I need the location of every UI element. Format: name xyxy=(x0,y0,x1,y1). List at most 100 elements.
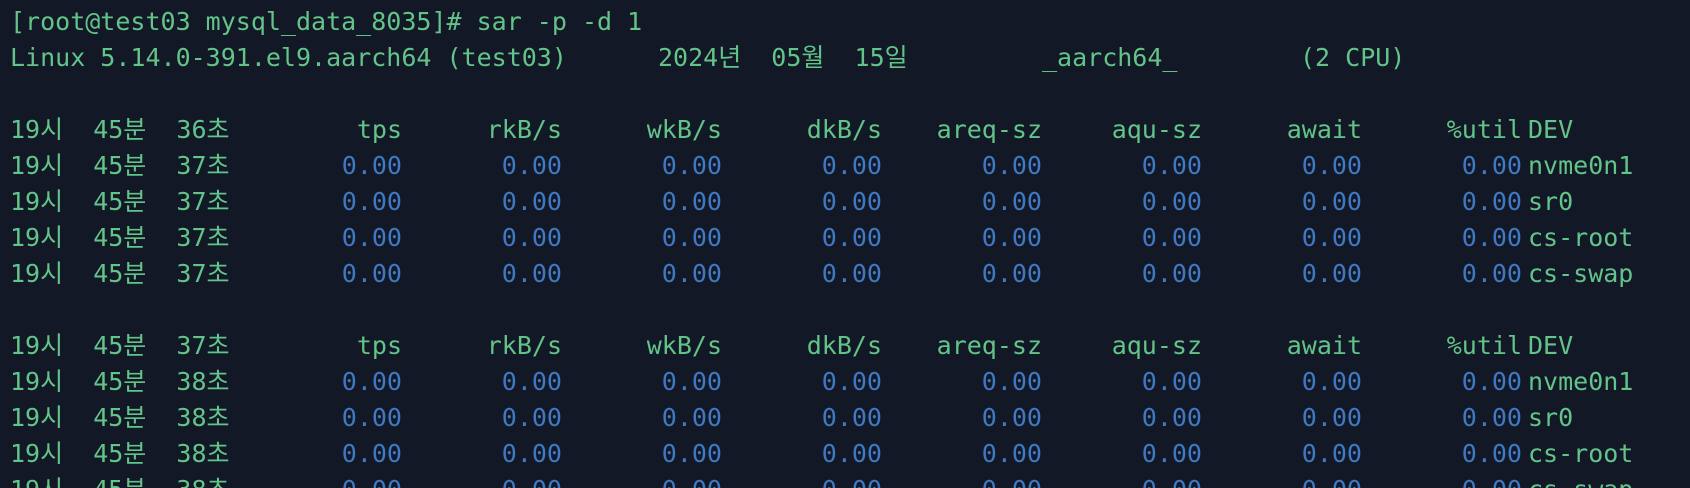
terminal-window[interactable]: [root@test03 mysql_data_8035]# sar -p -d… xyxy=(0,0,1690,488)
sar-data-row: 19시 45분 38초 0.00 0.00 0.00 0.00 0.00 0.00 0.00 0… xyxy=(10,472,1690,488)
metric-value: 0.00 xyxy=(501,367,562,396)
column-header: aqu-sz xyxy=(1111,331,1202,360)
metric-value: 0.00 xyxy=(502,472,562,488)
metric-value: 0.00 xyxy=(501,403,562,432)
column-header: tps xyxy=(356,115,402,144)
kernel-info: Linux 5.14.0-391.el9.aarch64 (test03) xyxy=(10,43,567,72)
metric-value: 0.00 xyxy=(981,151,1042,180)
metric-value: 0.00 xyxy=(821,151,882,180)
sar-output: 19시 45분 36초 tps rkB/s wkB/s dkB/s areq-sz aqu-… xyxy=(10,112,1690,488)
metric-value: 0.00 xyxy=(981,187,1042,216)
device-name: cs-swap xyxy=(1528,472,1633,488)
metric-value: 0.00 xyxy=(1301,439,1362,468)
metric-value: 0.00 xyxy=(982,472,1042,488)
sar-data-row: 19시 45분 37초 0.00 0.00 0.00 0.00 0.00 0.00 0.00 0… xyxy=(10,256,1690,292)
column-header: DEV xyxy=(1528,331,1574,360)
row-time: 19시 45분 37초 xyxy=(10,259,230,288)
metric-value: 0.00 xyxy=(501,223,562,252)
metric-value: 0.00 xyxy=(661,403,722,432)
column-header: wkB/s xyxy=(646,115,722,144)
metric-value: 0.00 xyxy=(1461,403,1522,432)
metric-value: 0.00 xyxy=(1141,367,1202,396)
metric-value: 0.00 xyxy=(981,403,1042,432)
column-header: tps xyxy=(356,331,402,360)
metric-value: 0.00 xyxy=(661,223,722,252)
metric-value: 0.00 xyxy=(1461,187,1522,216)
device-name: nvme0n1 xyxy=(1528,151,1634,180)
metric-value: 0.00 xyxy=(1141,187,1202,216)
metric-value: 0.00 xyxy=(1302,472,1362,488)
column-header: aqu-sz xyxy=(1111,115,1202,144)
column-header: rkB/s xyxy=(486,115,562,144)
metric-value: 0.00 xyxy=(821,187,882,216)
sar-data-row: 19시 45분 37초 0.00 0.00 0.00 0.00 0.00 0.00 0.00 0… xyxy=(10,220,1690,256)
metric-value: 0.00 xyxy=(501,259,562,288)
metric-value: 0.00 xyxy=(981,439,1042,468)
row-time: 19시 45분 37초 xyxy=(10,223,230,252)
metric-value: 0.00 xyxy=(821,403,882,432)
column-header: dkB/s xyxy=(806,331,882,360)
sar-data-row: 19시 45분 38초 0.00 0.00 0.00 0.00 0.00 0.00 0.00 0… xyxy=(10,436,1690,472)
metric-value: 0.00 xyxy=(341,403,402,432)
device-name: sr0 xyxy=(1528,403,1574,432)
metric-value: 0.00 xyxy=(1301,223,1362,252)
metric-value: 0.00 xyxy=(1301,259,1362,288)
prompt-line: [root@test03 mysql_data_8035]# sar -p -d… xyxy=(10,7,643,36)
device-name: cs-root xyxy=(1528,439,1634,468)
metric-value: 0.00 xyxy=(981,223,1042,252)
device-name: cs-root xyxy=(1528,223,1634,252)
metric-value: 0.00 xyxy=(341,367,402,396)
row-time: 19시 45분 38초 xyxy=(10,403,230,432)
metric-value: 0.00 xyxy=(821,223,882,252)
column-header: areq-sz xyxy=(936,331,1042,360)
row-time: 19시 45분 38초 xyxy=(10,367,230,396)
row-time: 19시 45분 38초 xyxy=(10,472,230,488)
column-header: await xyxy=(1286,115,1362,144)
metric-value: 0.00 xyxy=(341,259,402,288)
metric-value: 0.00 xyxy=(1301,403,1362,432)
metric-value: 0.00 xyxy=(341,223,402,252)
metric-value: 0.00 xyxy=(341,151,402,180)
date-info: 2024년 05월 15일 xyxy=(658,43,908,72)
metric-value: 0.00 xyxy=(661,187,722,216)
metric-value: 0.00 xyxy=(501,151,562,180)
cpu-info: (2 CPU) xyxy=(1300,43,1406,72)
metric-value: 0.00 xyxy=(1141,151,1202,180)
metric-value: 0.00 xyxy=(1141,259,1202,288)
row-time: 19시 45분 38초 xyxy=(10,439,230,468)
metric-value: 0.00 xyxy=(341,187,402,216)
row-time: 19시 45분 37초 xyxy=(10,151,230,180)
metric-value: 0.00 xyxy=(1461,367,1522,396)
sar-data-row: 19시 45분 38초 0.00 0.00 0.00 0.00 0.00 0.00 0.00 0… xyxy=(10,364,1690,400)
metric-value: 0.00 xyxy=(821,439,882,468)
metric-value: 0.00 xyxy=(1461,439,1522,468)
metric-value: 0.00 xyxy=(661,367,722,396)
column-header: DEV xyxy=(1528,115,1574,144)
column-header: %util xyxy=(1446,331,1522,360)
sysinfo-line: Linux 5.14.0-391.el9.aarch64 (test03) 20… xyxy=(10,40,1690,76)
device-name: cs-swap xyxy=(1528,259,1634,288)
column-header: dkB/s xyxy=(806,115,882,144)
sar-data-row: 19시 45분 38초 0.00 0.00 0.00 0.00 0.00 0.00 0.00 0… xyxy=(10,400,1690,436)
column-header: await xyxy=(1286,331,1362,360)
metric-value: 0.00 xyxy=(1141,439,1202,468)
metric-value: 0.00 xyxy=(821,259,882,288)
metric-value: 0.00 xyxy=(341,439,402,468)
metric-value: 0.00 xyxy=(342,472,402,488)
metric-value: 0.00 xyxy=(661,151,722,180)
metric-value: 0.00 xyxy=(661,259,722,288)
metric-value: 0.00 xyxy=(1301,187,1362,216)
sar-header-row: 19시 45분 37초 tps rkB/s wkB/s dkB/s areq-sz aqu-… xyxy=(10,328,1690,364)
metric-value: 0.00 xyxy=(1301,151,1362,180)
header-time: 19시 45분 37초 xyxy=(10,331,230,360)
metric-value: 0.00 xyxy=(821,367,882,396)
sar-header-row: 19시 45분 36초 tps rkB/s wkB/s dkB/s areq-sz aqu-… xyxy=(10,112,1690,148)
header-time: 19시 45분 36초 xyxy=(10,115,230,144)
column-header: areq-sz xyxy=(936,115,1042,144)
metric-value: 0.00 xyxy=(501,187,562,216)
metric-value: 0.00 xyxy=(1461,151,1522,180)
arch-info: _aarch64_ xyxy=(1042,43,1178,72)
metric-value: 0.00 xyxy=(501,439,562,468)
metric-value: 0.00 xyxy=(1301,367,1362,396)
